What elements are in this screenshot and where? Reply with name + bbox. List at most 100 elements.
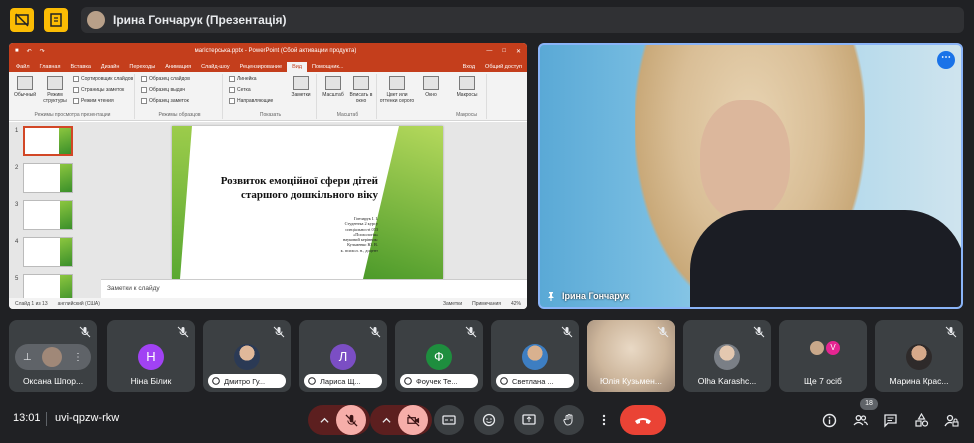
raised-hand-pill: Дмитро Гу...	[208, 374, 286, 388]
current-slide[interactable]: Розвиток емоційної сфери дітей старшого …	[172, 126, 443, 279]
macros-button[interactable]: Макросы	[453, 76, 481, 98]
pinned-video-tile[interactable]: ⋯ Ірина Гончарук	[538, 43, 963, 309]
tab-animation[interactable]: Анимация	[160, 62, 196, 72]
participant-tile[interactable]: Марина Крас...	[875, 320, 963, 392]
tab-file[interactable]: Файл	[11, 62, 35, 72]
host-controls-button[interactable]	[941, 410, 961, 430]
notes-field[interactable]: Заметки к слайду	[101, 279, 527, 298]
grid-checkbox[interactable]: Сетка	[229, 87, 251, 93]
redo-icon[interactable]: ↷	[40, 48, 45, 55]
avatar	[714, 344, 740, 370]
ppt-title-bar: ■ ↶ ↷ магістерська.pptx - PowerPoint (Сб…	[9, 43, 527, 59]
slide-master-button[interactable]: Образец слайдов	[141, 76, 190, 82]
sign-in-link[interactable]: Вход	[458, 62, 480, 72]
tab-transitions[interactable]: Переходы	[124, 62, 160, 72]
more-options-button[interactable]	[594, 405, 614, 435]
normal-view-button[interactable]: Обычный	[11, 76, 39, 98]
notes-toggle[interactable]: Заметки	[443, 301, 462, 307]
raised-hand-pill: Фоучек Те...	[400, 374, 478, 388]
lock-person-icon	[943, 414, 959, 427]
raised-hand-pill: Лариса Щ...	[304, 374, 382, 388]
notes-master-button[interactable]: Образец заметок	[141, 98, 189, 104]
shapes-icon	[914, 412, 928, 427]
chat-button[interactable]	[880, 410, 900, 430]
avatar: Н	[138, 344, 164, 370]
hand-icon	[563, 414, 573, 426]
slide-thumbnail[interactable]: 3	[13, 200, 87, 232]
tab-review[interactable]: Рецензирование	[235, 62, 287, 72]
fit-window-button[interactable]: Вписать в окно	[347, 76, 375, 104]
activities-button[interactable]	[911, 410, 931, 430]
slide-thumbnail[interactable]: 2	[13, 163, 87, 195]
meeting-details-button[interactable]	[819, 410, 839, 430]
meet-window: Ірина Гончарук (Презентація) ■ ↶ ↷ магіс…	[0, 0, 974, 443]
handout-master-button[interactable]: Образец выдач	[141, 87, 185, 93]
reactions-button[interactable]	[474, 405, 504, 435]
ruler-checkbox[interactable]: Линейка	[229, 76, 257, 82]
undo-icon[interactable]: ↶	[27, 48, 32, 55]
share-button[interactable]: Общий доступ	[480, 62, 527, 72]
more-options-icon[interactable]: ⋮	[73, 352, 83, 363]
video-options-button[interactable]	[372, 405, 400, 435]
slide-sorter-button[interactable]: Сортировщик слайдов	[73, 76, 133, 82]
window-button[interactable]: Окно	[417, 76, 445, 98]
notes-page-button[interactable]: Страницы заметок	[73, 87, 124, 93]
color-grayscale-button[interactable]: Цвет или оттенки серого	[379, 76, 415, 104]
avatar	[809, 340, 825, 356]
group-macros: Макросы Макросы	[447, 74, 487, 119]
tab-insert[interactable]: Вставка	[65, 62, 95, 72]
presenter-chip[interactable]: Ірина Гончарук (Презентація)	[81, 7, 964, 33]
info-icon	[822, 413, 836, 427]
tab-slideshow[interactable]: Слайд-шоу	[196, 62, 235, 72]
avatar: V	[825, 340, 841, 356]
avatar	[522, 344, 548, 370]
leave-call-button[interactable]	[620, 405, 666, 435]
language-indicator[interactable]: английский (США)	[58, 301, 100, 307]
zoom-button[interactable]: Масштаб	[319, 76, 347, 98]
audio-options-button[interactable]	[310, 405, 338, 435]
participant-tile[interactable]: Светлана ...	[491, 320, 579, 392]
top-bar: Ірина Гончарук (Презентація)	[0, 0, 974, 40]
captions-button[interactable]	[434, 405, 464, 435]
comments-toggle[interactable]: Примечания	[472, 301, 501, 307]
participant-tile[interactable]: Ф Фоучек Те...	[395, 320, 483, 392]
mic-off-icon	[753, 326, 765, 338]
mic-off-icon	[945, 326, 957, 338]
tab-design[interactable]: Дизайн	[96, 62, 125, 72]
participant-tile[interactable]: ⊥ ⋮ Оксана Шпор...	[9, 320, 97, 392]
people-button[interactable]	[850, 410, 870, 430]
notes-button[interactable]: Заметки	[287, 76, 315, 98]
guides-checkbox[interactable]: Направляющие	[229, 98, 273, 104]
close-icon[interactable]: ✕	[516, 48, 521, 55]
clock: 13:01	[13, 412, 41, 424]
participant-tile[interactable]: Olha Karashc...	[683, 320, 771, 392]
save-icon[interactable]: ■	[15, 48, 19, 55]
raise-hand-button[interactable]	[554, 405, 584, 435]
layout-button[interactable]	[44, 8, 68, 32]
stop-presenting-button[interactable]	[10, 8, 34, 32]
pin-icon	[548, 292, 554, 301]
zoom-level[interactable]: 42%	[511, 301, 521, 307]
pin-icon[interactable]: ⊥	[23, 352, 32, 363]
more-participants-tile[interactable]: V Ще 7 осіб	[779, 320, 867, 392]
camera-toggle-button[interactable]	[398, 405, 428, 435]
tab-home[interactable]: Главная	[35, 62, 66, 72]
slide-thumbnail[interactable]: 1	[13, 126, 87, 158]
participant-tile[interactable]: Н Ніна Білик	[107, 320, 195, 392]
participant-tile[interactable]: Дмитро Гу...	[203, 320, 291, 392]
present-icon	[522, 414, 536, 425]
reading-view-button[interactable]: Режим чтения	[73, 98, 114, 104]
slide-thumbnail[interactable]: 4	[13, 237, 87, 269]
participant-tile[interactable]: Юлія Кузьмен...	[587, 320, 675, 392]
microphone-toggle-button[interactable]	[336, 405, 366, 435]
participant-tile[interactable]: Л Лариса Щ...	[299, 320, 387, 392]
present-now-button[interactable]	[514, 405, 544, 435]
tab-view[interactable]: Вид	[287, 62, 308, 72]
minimize-icon[interactable]: —	[486, 48, 492, 55]
maximize-icon[interactable]: □	[502, 48, 506, 55]
tab-assistant[interactable]: Помощник...	[307, 62, 348, 72]
mic-off-icon	[465, 326, 477, 338]
outline-view-button[interactable]: Режим структуры	[41, 76, 69, 104]
avatar	[906, 344, 932, 370]
more-options-icon[interactable]: ⋯	[937, 51, 955, 69]
